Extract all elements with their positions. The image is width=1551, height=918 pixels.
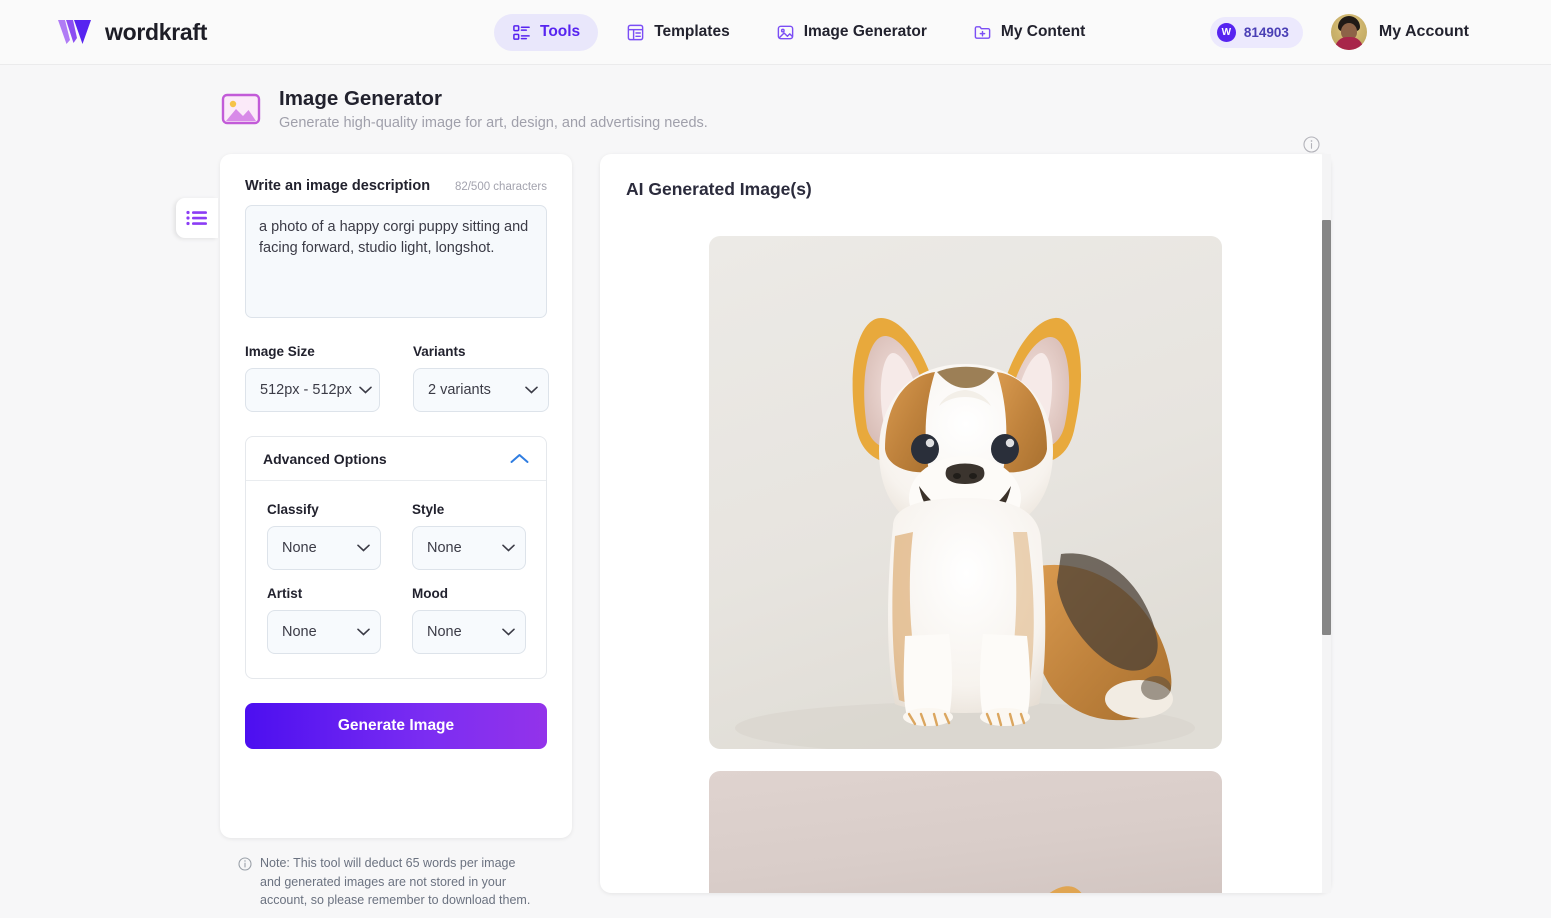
advanced-options-toggle[interactable]: Advanced Options [246, 437, 546, 481]
account-menu[interactable]: My Account [1330, 14, 1469, 50]
generated-image-1[interactable] [709, 236, 1222, 749]
result-scrollbar-thumb[interactable] [1322, 220, 1331, 635]
credit-value: 814903 [1243, 24, 1289, 40]
credits-badge[interactable]: W 814903 [1209, 16, 1303, 48]
image-generator-icon [777, 25, 794, 39]
mood-group: Mood None [412, 586, 526, 654]
mood-label: Mood [412, 586, 448, 601]
brand[interactable]: wordkraft [58, 19, 207, 46]
nav-item-image-generator[interactable]: Image Generator [758, 14, 945, 51]
nav-label-templates: Templates [654, 23, 730, 40]
advanced-options-body: Classify None Style None Artist None Moo… [246, 481, 546, 678]
nav-item-tools[interactable]: Tools [494, 13, 599, 51]
usage-note: Note: This tool will deduct 65 words per… [238, 854, 538, 910]
image-size-label: Image Size [245, 344, 315, 359]
variants-label: Variants [413, 344, 466, 359]
corgi-image-1 [709, 236, 1222, 749]
variants-select[interactable]: 2 variants [413, 368, 549, 412]
brand-name: wordkraft [105, 18, 208, 45]
templates-icon [627, 24, 644, 40]
tools-icon [513, 24, 530, 40]
my-content-icon [974, 25, 991, 39]
page-title: Image Generator [279, 87, 442, 110]
style-group: Style None [412, 502, 526, 570]
wordkraft-logo-icon [58, 20, 91, 44]
generated-image-2[interactable] [709, 771, 1222, 893]
nav-item-templates[interactable]: Templates [608, 14, 748, 51]
advanced-options-title: Advanced Options [263, 450, 387, 467]
result-panel: AI Generated Image(s) [600, 154, 1331, 893]
page-subtitle: Generate high-quality image for art, des… [279, 115, 708, 131]
usage-note-text: Note: This tool will deduct 65 words per… [260, 856, 531, 907]
credit-coin-icon: W [1216, 22, 1236, 42]
description-input[interactable] [245, 205, 547, 318]
description-label: Write an image description [245, 178, 431, 194]
artist-select[interactable]: None [267, 610, 381, 654]
generate-image-button[interactable]: Generate Image [245, 703, 547, 749]
list-menu-icon [186, 210, 207, 226]
chevron-up-icon [510, 454, 529, 463]
result-scroll-area[interactable] [600, 214, 1331, 893]
sidebar-toggle-button[interactable] [176, 198, 218, 238]
mood-select[interactable]: None [412, 610, 526, 654]
image-size-select[interactable]: 512px - 512px [245, 368, 380, 412]
nav-label-tools: Tools [540, 23, 581, 40]
info-icon [238, 857, 252, 871]
description-field-header: Write an image description 82/500 charac… [245, 178, 547, 194]
advanced-options-section: Advanced Options Classify None Style Non… [245, 436, 547, 679]
app-header: wordkraft Tools Templates Image Generato… [0, 0, 1551, 65]
account-label: My Account [1378, 23, 1469, 40]
header-right: W 814903 My Account [1209, 14, 1469, 50]
nav-label-my-content: My Content [1000, 23, 1086, 40]
size-variants-row: Image Size 512px - 512px Variants 2 vari… [245, 344, 549, 412]
artist-label: Artist [267, 586, 303, 601]
classify-select[interactable]: None [267, 526, 381, 570]
panel-info-icon[interactable] [1303, 136, 1320, 153]
classify-group: Classify None [267, 502, 381, 570]
style-label: Style [412, 502, 445, 517]
character-counter: 82/500 characters [454, 181, 547, 193]
variants-group: Variants 2 variants [413, 344, 549, 412]
classify-label: Classify [267, 502, 319, 517]
image-generator-form: Write an image description 82/500 charac… [220, 154, 572, 838]
result-panel-title: AI Generated Image(s) [626, 179, 812, 199]
corgi-image-2 [709, 771, 1222, 893]
nav-item-my-content[interactable]: My Content [955, 14, 1103, 51]
main-nav: Tools Templates Image Generator My Conte… [494, 13, 1103, 51]
image-size-group: Image Size 512px - 512px [245, 344, 380, 412]
nav-label-image-generator: Image Generator [803, 23, 927, 40]
style-select[interactable]: None [412, 526, 526, 570]
avatar [1330, 14, 1367, 50]
image-placeholder-icon [221, 93, 261, 125]
artist-group: Artist None [267, 586, 381, 654]
page-header: Image Generator Generate high-quality im… [220, 86, 708, 131]
